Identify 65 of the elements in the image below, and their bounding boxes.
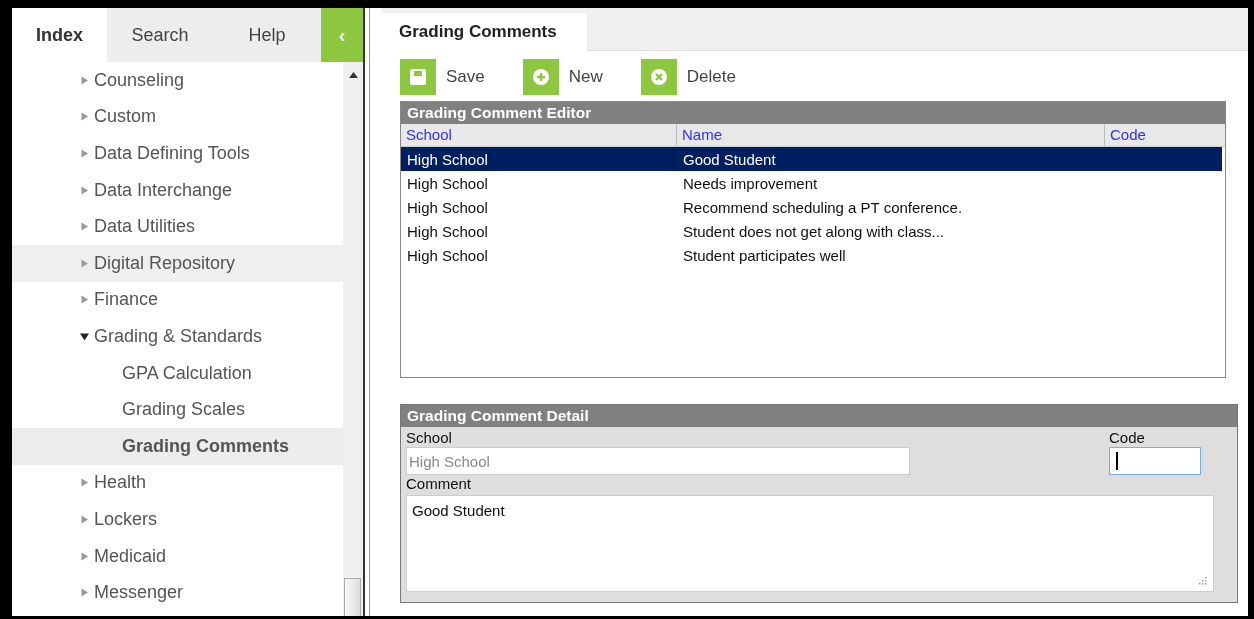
column-header[interactable]: School [401, 124, 677, 146]
tree-item[interactable]: Grading Scales [12, 391, 343, 428]
resize-grip-icon[interactable] [1199, 577, 1207, 585]
caret-right-icon[interactable] [80, 112, 89, 122]
tree-item[interactable]: Data Interchange [12, 171, 343, 209]
panel-title: Grading Comment Detail [401, 405, 1237, 427]
panel-title: Grading Comment Editor [401, 102, 1225, 124]
table-cell-text: Needs improvement [682, 174, 819, 192]
page-tab[interactable]: Grading Comments [382, 13, 587, 51]
tree-item[interactable]: Digital Repository [12, 244, 343, 282]
caret-right-icon[interactable] [80, 514, 89, 524]
save-icon [409, 68, 427, 86]
field-label: Comment [406, 475, 473, 493]
delete-icon [649, 68, 668, 86]
caret-right-icon[interactable] [80, 149, 89, 158]
table-cell-text: High School [406, 246, 489, 264]
new-button[interactable]: New [522, 59, 621, 95]
column-header[interactable]: Name [677, 124, 1105, 146]
tree-item[interactable]: Custom [12, 98, 343, 136]
tree-item[interactable]: Grading & Standards [12, 318, 343, 355]
table-cell-text: Student participates well [682, 246, 847, 264]
table-cell-text: Good Student [682, 150, 777, 168]
tree-item[interactable]: Data Utilities [12, 208, 343, 245]
save-button[interactable]: Save [400, 59, 503, 95]
caret-right-icon[interactable] [80, 258, 89, 268]
table-row[interactable]: High School Recommend scheduling a PT conference. [401, 195, 1222, 219]
scroll-thumb[interactable] [344, 578, 361, 616]
caret-right-icon[interactable] [80, 295, 89, 305]
table-cell-text: High School [406, 174, 489, 192]
table-cell-text: High School [406, 198, 489, 216]
comment-field[interactable]: Good Student [406, 495, 1214, 592]
delete-button[interactable]: Delete [640, 59, 754, 95]
caret-right-icon[interactable] [80, 551, 89, 561]
code-field[interactable] [1109, 447, 1201, 475]
caret-right-icon[interactable] [80, 222, 89, 232]
tree-item[interactable]: Health [12, 464, 343, 502]
tree-item[interactable]: Counseling [12, 62, 343, 99]
tree-item[interactable]: Messenger [12, 574, 343, 611]
field-label: Code [1109, 429, 1146, 447]
tree-item[interactable]: Data Defining Tools [12, 135, 343, 172]
add-icon [531, 68, 550, 86]
pane-splitter[interactable] [363, 8, 370, 616]
table-cell-text: Recommend scheduling a PT conference. [682, 198, 964, 216]
tree-item[interactable]: Lockers [12, 501, 343, 538]
column-header[interactable]: Code [1105, 124, 1225, 146]
scroll-up-icon[interactable] [349, 72, 358, 78]
table-cell-text: High School [406, 150, 489, 168]
caret-right-icon[interactable] [80, 478, 89, 488]
field-label: School [406, 429, 453, 447]
table-row[interactable]: High School Student does not get along with class... [401, 219, 1222, 243]
sidebar-tab[interactable]: Index [12, 8, 107, 62]
table-row[interactable]: High School Good Student [401, 147, 1222, 171]
caret-right-icon[interactable] [80, 588, 89, 598]
table-cell-text: Student does not get along with class... [682, 222, 945, 240]
caret-right-icon[interactable] [80, 75, 89, 85]
tree-item[interactable]: Finance [12, 281, 343, 319]
tree-item[interactable]: Medicaid [12, 537, 343, 575]
scrollbar[interactable] [343, 62, 363, 616]
caret-down-icon[interactable] [80, 331, 89, 341]
table-row[interactable]: High School Student participates well [401, 243, 1222, 267]
tree-item[interactable]: GPA Calculation [12, 354, 343, 392]
tree-item[interactable]: Grading Comments [12, 427, 343, 465]
table-cell-text: High School [406, 222, 489, 240]
table-row[interactable]: High School Needs improvement [401, 171, 1222, 195]
caret-right-icon[interactable] [80, 185, 89, 195]
